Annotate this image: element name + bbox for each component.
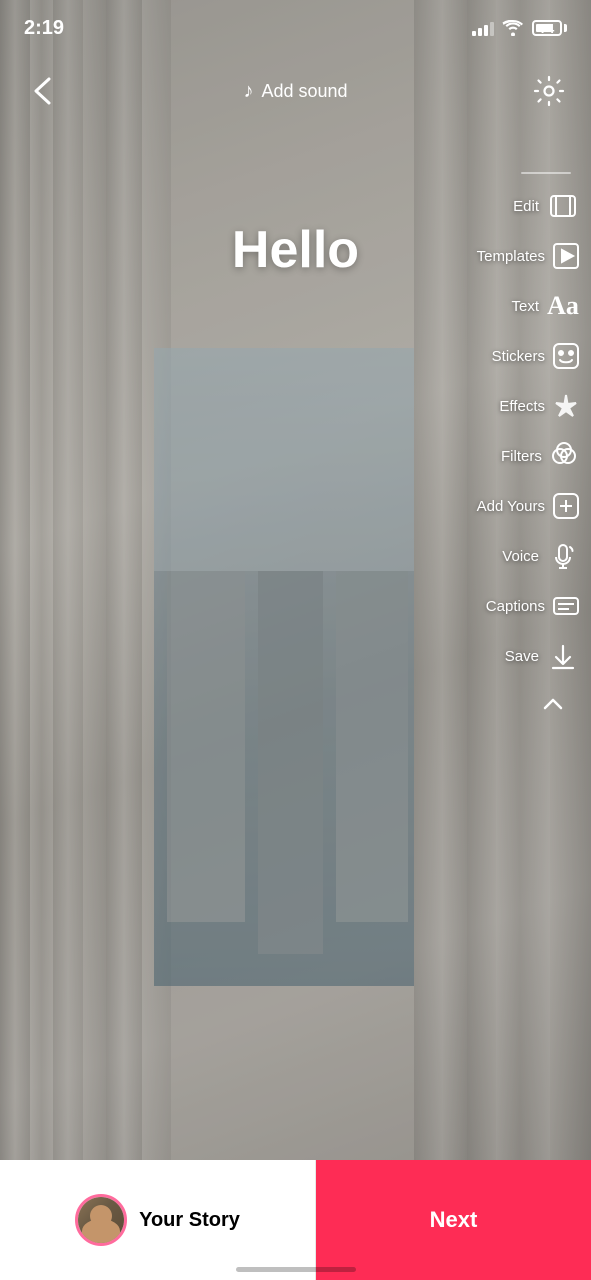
toolbar-divider bbox=[521, 172, 571, 174]
home-indicator bbox=[236, 1267, 356, 1272]
effects-icon bbox=[551, 388, 581, 424]
battery-icon: 74 bbox=[532, 20, 567, 36]
templates-icon bbox=[551, 238, 581, 274]
templates-label: Templates bbox=[477, 248, 545, 265]
text-label: Text bbox=[511, 298, 539, 315]
add-yours-tool-item[interactable]: Add Yours bbox=[501, 482, 581, 530]
effects-label: Effects bbox=[499, 398, 545, 415]
avatar bbox=[75, 1194, 127, 1246]
stickers-label: Stickers bbox=[492, 348, 545, 365]
templates-tool-item[interactable]: Templates bbox=[501, 232, 581, 280]
signal-icon bbox=[472, 20, 494, 36]
add-sound-label: Add sound bbox=[261, 81, 347, 102]
stickers-icon bbox=[551, 338, 581, 374]
filters-tool-item[interactable]: Filters bbox=[501, 432, 581, 480]
filters-label: Filters bbox=[501, 448, 542, 465]
edit-icon bbox=[545, 188, 581, 224]
settings-button[interactable] bbox=[527, 69, 571, 113]
voice-label: Voice bbox=[502, 548, 539, 565]
save-label: Save bbox=[505, 648, 539, 665]
wifi-icon bbox=[502, 20, 524, 36]
voice-tool-item[interactable]: Voice bbox=[501, 532, 581, 580]
top-bar: ♪ Add sound bbox=[0, 56, 591, 126]
add-sound-button[interactable]: ♪ Add sound bbox=[243, 80, 347, 103]
voice-icon bbox=[545, 538, 581, 574]
status-bar: 2:19 74 bbox=[0, 0, 591, 56]
text-icon: Aa bbox=[545, 288, 581, 324]
edit-tool-item[interactable]: Edit bbox=[501, 182, 581, 230]
filters-icon bbox=[548, 438, 581, 474]
save-tool-item[interactable]: Save bbox=[501, 632, 581, 680]
captions-label: Captions bbox=[486, 598, 545, 615]
text-tool-item[interactable]: Text Aa bbox=[501, 282, 581, 330]
next-button[interactable]: Next bbox=[316, 1160, 591, 1280]
gear-icon bbox=[533, 75, 565, 107]
bottom-action-bar: Your Story Next bbox=[0, 1160, 591, 1280]
save-icon bbox=[545, 638, 581, 674]
right-toolbar: Edit Templates Text Aa Stickers bbox=[501, 170, 591, 722]
collapse-toolbar-button[interactable] bbox=[535, 686, 571, 722]
captions-tool-item[interactable]: Captions bbox=[501, 582, 581, 630]
captions-icon bbox=[551, 588, 581, 624]
status-icons: 74 bbox=[472, 20, 567, 36]
stickers-tool-item[interactable]: Stickers bbox=[501, 332, 581, 380]
music-note-icon: ♪ bbox=[243, 80, 253, 103]
back-button[interactable] bbox=[20, 69, 64, 113]
edit-label: Edit bbox=[513, 198, 539, 215]
effects-tool-item[interactable]: Effects bbox=[501, 382, 581, 430]
next-label: Next bbox=[430, 1207, 478, 1233]
add-yours-icon bbox=[551, 488, 581, 524]
your-story-button[interactable]: Your Story bbox=[0, 1160, 316, 1280]
add-yours-label: Add Yours bbox=[477, 498, 545, 515]
status-time: 2:19 bbox=[24, 17, 64, 40]
your-story-label: Your Story bbox=[139, 1209, 240, 1232]
